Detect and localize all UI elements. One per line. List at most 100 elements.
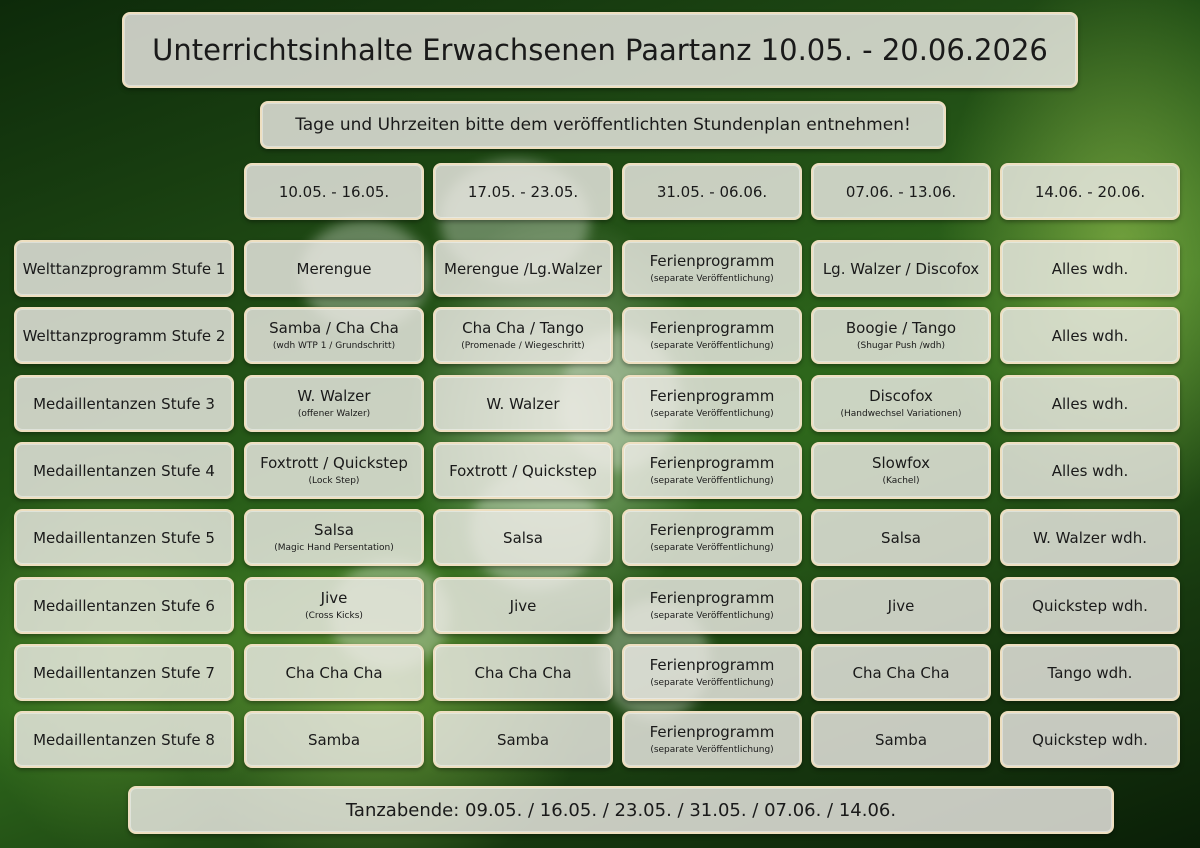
schedule-cell: Ferienprogramm (separate Veröffentlichung…	[622, 442, 802, 499]
course-label: Medaillentanzen Stufe 8	[14, 711, 234, 768]
course-label: Medaillentanzen Stufe 7	[14, 644, 234, 701]
schedule-cell-text: Samba / Cha Cha	[269, 318, 399, 337]
schedule-cell-text: Ferienprogramm	[649, 722, 775, 741]
course-label-text: Medaillentanzen Stufe 8	[33, 730, 215, 749]
schedule-cell-text: Ferienprogramm	[649, 318, 775, 337]
schedule-cell-text: Salsa	[314, 520, 354, 539]
schedule-cell: Foxtrott / Quickstep (Lock Step)	[244, 442, 424, 499]
schedule-cell-text: Salsa	[503, 528, 543, 547]
schedule-cell-text: Jive	[509, 596, 537, 615]
schedule-cell-text: Samba	[874, 730, 928, 749]
schedule-cell-note: (Magic Hand Persentation)	[274, 542, 394, 553]
schedule-cell: Slowfox (Kachel)	[811, 442, 991, 499]
schedule-cell-note: (separate Veröffentlichung)	[650, 677, 774, 688]
course-label-text: Welttanzprogramm Stufe 2	[22, 326, 226, 345]
schedule-cell-note: (separate Veröffentlichung)	[650, 273, 774, 284]
schedule-cell: Ferienprogramm (separate Veröffentlichung…	[622, 509, 802, 566]
schedule-cell-text: Jive	[320, 588, 348, 607]
course-label-text: Medaillentanzen Stufe 6	[33, 596, 215, 615]
schedule-cell: Ferienprogramm (separate Veröffentlichung…	[622, 577, 802, 634]
schedule-cell: Jive	[433, 577, 613, 634]
week-header: 17.05. - 23.05.	[433, 163, 613, 220]
course-label: Welttanzprogramm Stufe 2	[14, 307, 234, 364]
schedule-cell-text: Ferienprogramm	[649, 588, 775, 607]
week-header: 14.06. - 20.06.	[1000, 163, 1180, 220]
schedule-cell-text: Ferienprogramm	[649, 386, 775, 405]
schedule-cell-text: Cha Cha / Tango	[462, 318, 584, 337]
schedule-cell-text: W. Walzer wdh.	[1033, 528, 1147, 547]
schedule-cell: Quickstep wdh.	[1000, 711, 1180, 768]
schedule-cell-text: Slowfox	[871, 453, 930, 472]
schedule-cell-text: W. Walzer	[297, 386, 371, 405]
schedule-cell: Samba / Cha Cha (wdh WTP 1 / Grundschritt…	[244, 307, 424, 364]
course-label-text: Medaillentanzen Stufe 3	[33, 394, 215, 413]
schedule-cell: Cha Cha / Tango (Promenade / Wiegeschritt…	[433, 307, 613, 364]
schedule-cell-note: (offener Walzer)	[297, 408, 371, 419]
week-header-text: 10.05. - 16.05.	[278, 182, 390, 201]
schedule-cell-text: Alles wdh.	[1051, 461, 1129, 480]
schedule-cell-text: Salsa	[881, 528, 921, 547]
schedule-cell: W. Walzer (offener Walzer)	[244, 375, 424, 432]
schedule-cell-text: Discofox	[869, 386, 933, 405]
page-subtitle-text: Tage und Uhrzeiten bitte dem veröffentli…	[295, 115, 911, 135]
schedule-cell: Samba	[244, 711, 424, 768]
schedule-cell: Alles wdh.	[1000, 442, 1180, 499]
schedule-cell-note: (Shugar Push /wdh)	[857, 340, 945, 351]
schedule-cell-note: (Handwechsel Variationen)	[840, 408, 962, 419]
schedule-cell-text: Alles wdh.	[1051, 326, 1129, 345]
course-label: Welttanzprogramm Stufe 1	[14, 240, 234, 297]
schedule-cell-note: (separate Veröffentlichung)	[650, 340, 774, 351]
page-subtitle: Tage und Uhrzeiten bitte dem veröffentli…	[260, 101, 946, 149]
schedule-cell: Salsa	[433, 509, 613, 566]
schedule-cell-text: Merengue	[296, 259, 372, 278]
schedule-cell: Cha Cha Cha	[244, 644, 424, 701]
schedule-cell-text: Alles wdh.	[1051, 259, 1129, 278]
schedule-cell-note: (separate Veröffentlichung)	[650, 475, 774, 486]
schedule-cell: Tango wdh.	[1000, 644, 1180, 701]
course-label: Medaillentanzen Stufe 6	[14, 577, 234, 634]
schedule-cell-text: Cha Cha Cha	[285, 663, 383, 682]
schedule-cell: Jive	[811, 577, 991, 634]
schedule-cell: Ferienprogramm (separate Veröffentlichung…	[622, 711, 802, 768]
schedule-cell: Boogie / Tango (Shugar Push /wdh)	[811, 307, 991, 364]
schedule-cell: Alles wdh.	[1000, 307, 1180, 364]
schedule-cell-text: Samba	[307, 730, 361, 749]
dance-evenings-footer: Tanzabende: 09.05. / 16.05. / 23.05. / 3…	[128, 786, 1114, 834]
schedule-cell: Cha Cha Cha	[811, 644, 991, 701]
schedule-cell: Alles wdh.	[1000, 375, 1180, 432]
schedule-cell: Salsa	[811, 509, 991, 566]
schedule-cell: Alles wdh.	[1000, 240, 1180, 297]
schedule-cell-note: (separate Veröffentlichung)	[650, 610, 774, 621]
schedule-cell-text: W. Walzer	[486, 394, 560, 413]
schedule-cell: Ferienprogramm (separate Veröffentlichung…	[622, 240, 802, 297]
week-header: 10.05. - 16.05.	[244, 163, 424, 220]
schedule-cell: Jive (Cross Kicks)	[244, 577, 424, 634]
schedule-cell: Samba	[811, 711, 991, 768]
schedule-cell-note: (separate Veröffentlichung)	[650, 542, 774, 553]
course-label: Medaillentanzen Stufe 4	[14, 442, 234, 499]
schedule-cell-text: Samba	[496, 730, 550, 749]
schedule-cell-text: Ferienprogramm	[649, 453, 775, 472]
schedule-cell: Samba	[433, 711, 613, 768]
week-header: 31.05. - 06.06.	[622, 163, 802, 220]
schedule-cell-text: Boogie / Tango	[845, 318, 957, 337]
schedule-cell-text: Quickstep wdh.	[1032, 596, 1148, 615]
schedule-cell: Ferienprogramm (separate Veröffentlichung…	[622, 375, 802, 432]
schedule-cell: Merengue	[244, 240, 424, 297]
schedule-cell-text: Foxtrott / Quickstep	[260, 453, 408, 472]
schedule-cell-text: Merengue /Lg.Walzer	[444, 259, 602, 278]
course-label-text: Medaillentanzen Stufe 5	[33, 528, 215, 547]
schedule-cell: Foxtrott / Quickstep	[433, 442, 613, 499]
page-title: Unterrichtsinhalte Erwachsenen Paartanz …	[122, 12, 1078, 88]
schedule-cell: Quickstep wdh.	[1000, 577, 1180, 634]
schedule-cell-note: (wdh WTP 1 / Grundschritt)	[272, 340, 396, 351]
schedule-cell-text: Ferienprogramm	[649, 520, 775, 539]
schedule-cell-text: Foxtrott / Quickstep	[449, 461, 597, 480]
course-label-text: Medaillentanzen Stufe 4	[33, 461, 215, 480]
course-label-text: Welttanzprogramm Stufe 1	[22, 259, 226, 278]
schedule-cell: Cha Cha Cha	[433, 644, 613, 701]
schedule-cell-note: (separate Veröffentlichung)	[650, 408, 774, 419]
course-label-text: Medaillentanzen Stufe 7	[33, 663, 215, 682]
schedule-cell-text: Jive	[887, 596, 915, 615]
schedule-cell-note: (Promenade / Wiegeschritt)	[461, 340, 585, 351]
